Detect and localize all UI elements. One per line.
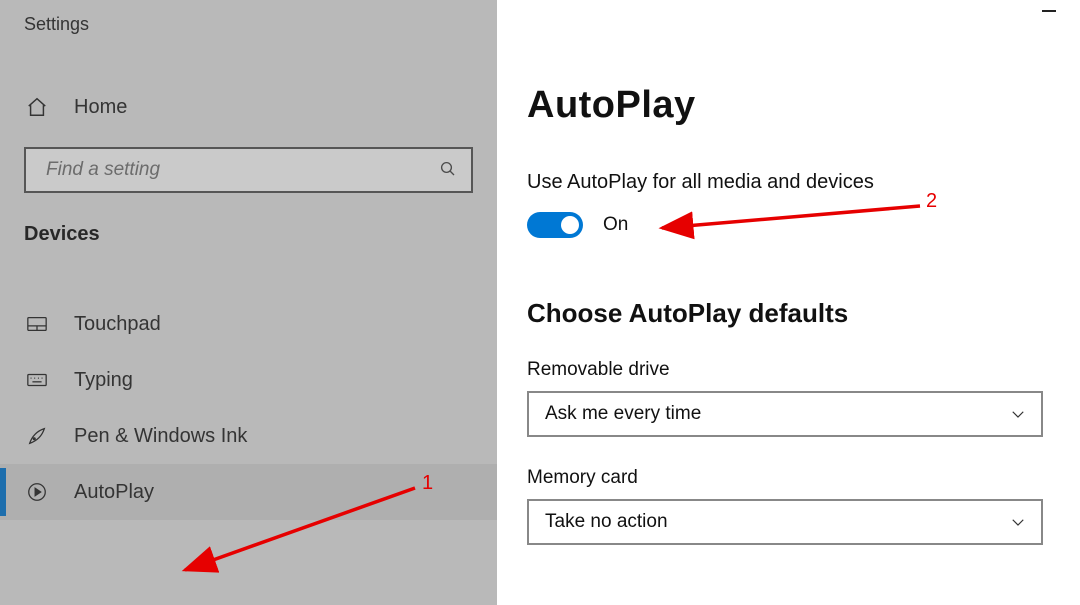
defaults-heading: Choose AutoPlay defaults bbox=[527, 298, 1080, 329]
autoplay-toggle[interactable] bbox=[527, 212, 583, 238]
memory-card-label: Memory card bbox=[527, 467, 1080, 489]
toggle-knob bbox=[561, 216, 579, 234]
sidebar-item-touchpad[interactable]: Touchpad bbox=[0, 296, 497, 352]
memory-card-value: Take no action bbox=[545, 511, 668, 533]
sidebar-item-label: AutoPlay bbox=[74, 481, 154, 504]
chevron-down-icon bbox=[1009, 405, 1027, 423]
removable-drive-select[interactable]: Ask me every time bbox=[527, 391, 1043, 437]
search-input[interactable] bbox=[44, 158, 439, 182]
sidebar-item-pen[interactable]: Pen & Windows Ink bbox=[0, 408, 497, 464]
home-icon bbox=[24, 94, 50, 120]
sidebar-item-label: Touchpad bbox=[74, 313, 161, 336]
sidebar-item-autoplay[interactable]: AutoPlay bbox=[0, 464, 497, 520]
sidebar-item-typing[interactable]: Typing bbox=[0, 352, 497, 408]
pen-icon bbox=[24, 423, 50, 449]
search-box[interactable] bbox=[24, 147, 473, 193]
autoplay-toggle-label: Use AutoPlay for all media and devices bbox=[527, 171, 1080, 194]
chevron-down-icon bbox=[1009, 513, 1027, 531]
page-title: AutoPlay bbox=[527, 84, 1080, 127]
sidebar-item-label: Pen & Windows Ink bbox=[74, 425, 247, 448]
removable-drive-value: Ask me every time bbox=[545, 403, 701, 425]
autoplay-toggle-state: On bbox=[603, 214, 628, 236]
sidebar: Settings Home Devices bbox=[0, 0, 497, 605]
settings-window: Settings Home Devices bbox=[0, 0, 1080, 605]
search-icon bbox=[439, 160, 459, 180]
minimize-icon[interactable] bbox=[1042, 10, 1056, 12]
touchpad-icon bbox=[24, 311, 50, 337]
content-pane: AutoPlay Use AutoPlay for all media and … bbox=[497, 0, 1080, 605]
sidebar-nav: Touchpad Typing bbox=[0, 296, 497, 520]
sidebar-home[interactable]: Home bbox=[0, 87, 497, 127]
app-title: Settings bbox=[0, 0, 497, 35]
keyboard-icon bbox=[24, 367, 50, 393]
autoplay-toggle-row: On bbox=[527, 212, 1080, 238]
sidebar-item-label: Typing bbox=[74, 369, 133, 392]
home-label: Home bbox=[74, 96, 127, 119]
memory-card-select[interactable]: Take no action bbox=[527, 499, 1043, 545]
autoplay-icon bbox=[24, 479, 50, 505]
category-heading: Devices bbox=[0, 193, 497, 246]
removable-drive-label: Removable drive bbox=[527, 359, 1080, 381]
